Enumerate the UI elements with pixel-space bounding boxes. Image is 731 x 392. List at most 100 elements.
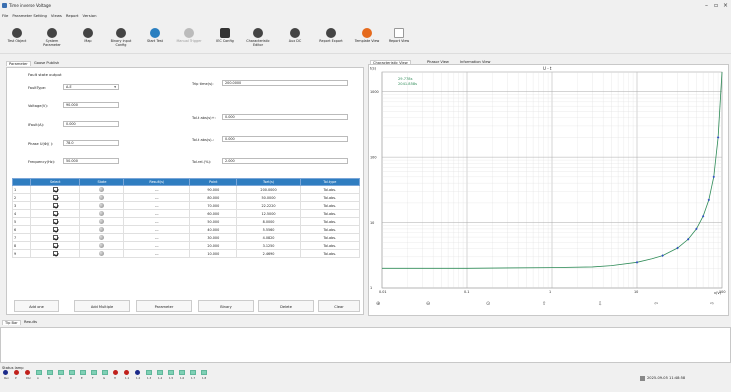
- point-cell[interactable]: 50.000: [189, 217, 238, 226]
- tol-type-cell[interactable]: Tol.abs.: [299, 201, 361, 210]
- tset-cell[interactable]: 22.2220: [236, 201, 301, 210]
- select-cell[interactable]: [29, 225, 81, 234]
- pan-left-icon[interactable]: ⇦: [654, 301, 658, 307]
- tab-goose-publish[interactable]: Goose Publish: [32, 61, 61, 65]
- iec-config-button[interactable]: IEC Config: [210, 28, 240, 44]
- menu-parameter-setting[interactable]: Parameter Setting: [12, 13, 47, 18]
- table-row[interactable]: 2 --- 80.000 50.0000 Tol.abs.: [12, 193, 361, 202]
- pan-right-icon[interactable]: ⇨: [710, 301, 714, 307]
- select-cell[interactable]: [29, 201, 81, 210]
- tset-cell[interactable]: 3.1250: [236, 241, 301, 250]
- parameter-button[interactable]: Parameter: [136, 300, 192, 312]
- binary-input-config-button[interactable]: Binary input Config: [106, 28, 136, 47]
- add-one-button[interactable]: Add one: [14, 300, 59, 312]
- menu-version[interactable]: Version: [83, 13, 97, 18]
- clear-button[interactable]: Clear: [318, 300, 360, 312]
- tab-parameter[interactable]: Parameter: [6, 61, 31, 66]
- point-cell[interactable]: 20.000: [189, 241, 238, 250]
- tol-type-cell[interactable]: Tol.abs.: [299, 233, 361, 242]
- tol-type-cell[interactable]: Tol.abs.: [299, 209, 361, 218]
- tset-cell[interactable]: 5.5560: [236, 225, 301, 234]
- table-row[interactable]: 6 --- 40.000 5.5560 Tol.abs.: [12, 225, 361, 234]
- point-cell[interactable]: 30.000: [189, 233, 238, 242]
- point-cell[interactable]: 60.000: [189, 209, 238, 218]
- tol-t-abs-minus-input[interactable]: 0.000: [222, 136, 348, 142]
- select-cell[interactable]: [29, 217, 81, 226]
- ifault-input[interactable]: 0.000: [63, 121, 119, 127]
- col-tol-type[interactable]: Tol.type: [299, 178, 361, 186]
- table-row[interactable]: 5 --- 50.000 8.0000 Tol.abs.: [12, 217, 361, 226]
- select-checkbox[interactable]: [52, 186, 58, 192]
- menu-file[interactable]: File: [2, 13, 8, 18]
- select-cell[interactable]: [29, 193, 81, 202]
- tab-tip-bar[interactable]: Tip Bar: [2, 320, 21, 325]
- tol-type-cell[interactable]: Tol.abs.: [299, 225, 361, 234]
- tset-cell[interactable]: 200.0000: [236, 185, 301, 194]
- close-icon[interactable]: ×: [723, 2, 728, 9]
- tset-cell[interactable]: 8.0000: [236, 217, 301, 226]
- tol-rel-input[interactable]: 2.000: [222, 158, 348, 164]
- tol-type-cell[interactable]: Tol.abs.: [299, 193, 361, 202]
- select-checkbox[interactable]: [52, 234, 58, 240]
- aux-dc-button[interactable]: Aux DC: [280, 28, 310, 44]
- fault-type-select[interactable]: A-E ▾: [63, 84, 119, 90]
- select-cell[interactable]: [29, 209, 81, 218]
- select-cell[interactable]: [29, 185, 81, 194]
- col-select[interactable]: Select: [29, 178, 81, 186]
- zoom-in-icon[interactable]: ⊕: [376, 301, 380, 307]
- select-cell[interactable]: [29, 249, 81, 258]
- add-multiple-button[interactable]: Add Multiple: [74, 300, 130, 312]
- template-view-button[interactable]: Template View: [352, 28, 382, 44]
- table-row[interactable]: 7 --- 30.000 4.0820 Tol.abs.: [12, 233, 361, 242]
- voltage-input[interactable]: 90.000: [63, 102, 119, 108]
- frequency-input[interactable]: 50.000: [63, 158, 119, 164]
- select-checkbox[interactable]: [52, 250, 58, 256]
- tset-cell[interactable]: 4.0820: [236, 233, 301, 242]
- delete-button[interactable]: Delete: [258, 300, 314, 312]
- report-export-button[interactable]: Report Export: [316, 28, 346, 44]
- table-row[interactable]: 8 --- 20.000 3.1250 Tol.abs.: [12, 241, 361, 250]
- maximize-icon[interactable]: ▫: [714, 2, 718, 9]
- zoom-out-icon[interactable]: ⊖: [426, 301, 430, 307]
- col-tset[interactable]: Tset(s): [236, 178, 301, 186]
- table-row[interactable]: 1 --- 90.000 200.0000 Tol.abs.: [12, 185, 361, 194]
- map-button[interactable]: Map: [73, 28, 103, 44]
- tol-type-cell[interactable]: Tol.abs.: [299, 249, 361, 258]
- report-view-button[interactable]: Report View: [384, 28, 414, 44]
- tol-t-abs-plus-input[interactable]: 0.000: [222, 114, 348, 120]
- menu-report[interactable]: Report: [66, 13, 79, 18]
- col-state[interactable]: State: [79, 178, 125, 186]
- characteristic-chart[interactable]: t(s) U - t 10001001010.01 0.1 1 10 100 29.77…: [368, 64, 729, 299]
- manual-trigger-button[interactable]: Manual Trigger: [174, 28, 204, 44]
- tset-cell[interactable]: 50.0000: [236, 193, 301, 202]
- start-test-button[interactable]: Start Test: [140, 28, 170, 44]
- select-cell[interactable]: [29, 241, 81, 250]
- col-point[interactable]: Point: [189, 178, 238, 186]
- menu-views[interactable]: Views: [51, 13, 62, 18]
- tset-cell[interactable]: 2.4690: [236, 249, 301, 258]
- tol-type-cell[interactable]: Tol.abs.: [299, 241, 361, 250]
- characteristic-editor-button[interactable]: Characteristic Editor: [243, 28, 273, 47]
- binary-button[interactable]: Binary: [198, 300, 254, 312]
- select-checkbox[interactable]: [52, 194, 58, 200]
- col-result[interactable]: Result(s): [123, 178, 191, 186]
- select-checkbox[interactable]: [52, 210, 58, 216]
- table-row[interactable]: 4 --- 60.000 12.5000 Tol.abs.: [12, 209, 361, 218]
- select-checkbox[interactable]: [52, 202, 58, 208]
- table-row[interactable]: 9 --- 10.000 2.4690 Tol.abs.: [12, 249, 361, 258]
- test-object-button[interactable]: Test Object: [2, 28, 32, 44]
- pan-down-icon[interactable]: ⇩: [598, 301, 602, 307]
- point-cell[interactable]: 80.000: [189, 193, 238, 202]
- tab-results[interactable]: Results: [22, 320, 39, 324]
- point-cell[interactable]: 40.000: [189, 225, 238, 234]
- zoom-fit-icon[interactable]: ⊙: [486, 301, 490, 307]
- phase-input[interactable]: 78.0: [63, 140, 119, 146]
- select-checkbox[interactable]: [52, 242, 58, 248]
- tol-type-cell[interactable]: Tol.abs.: [299, 217, 361, 226]
- select-cell[interactable]: [29, 233, 81, 242]
- trip-time-input[interactable]: 200.0000: [222, 80, 348, 86]
- minimize-icon[interactable]: –: [705, 2, 708, 9]
- select-checkbox[interactable]: [52, 218, 58, 224]
- system-parameter-button[interactable]: System Parameter: [37, 28, 67, 47]
- tset-cell[interactable]: 12.5000: [236, 209, 301, 218]
